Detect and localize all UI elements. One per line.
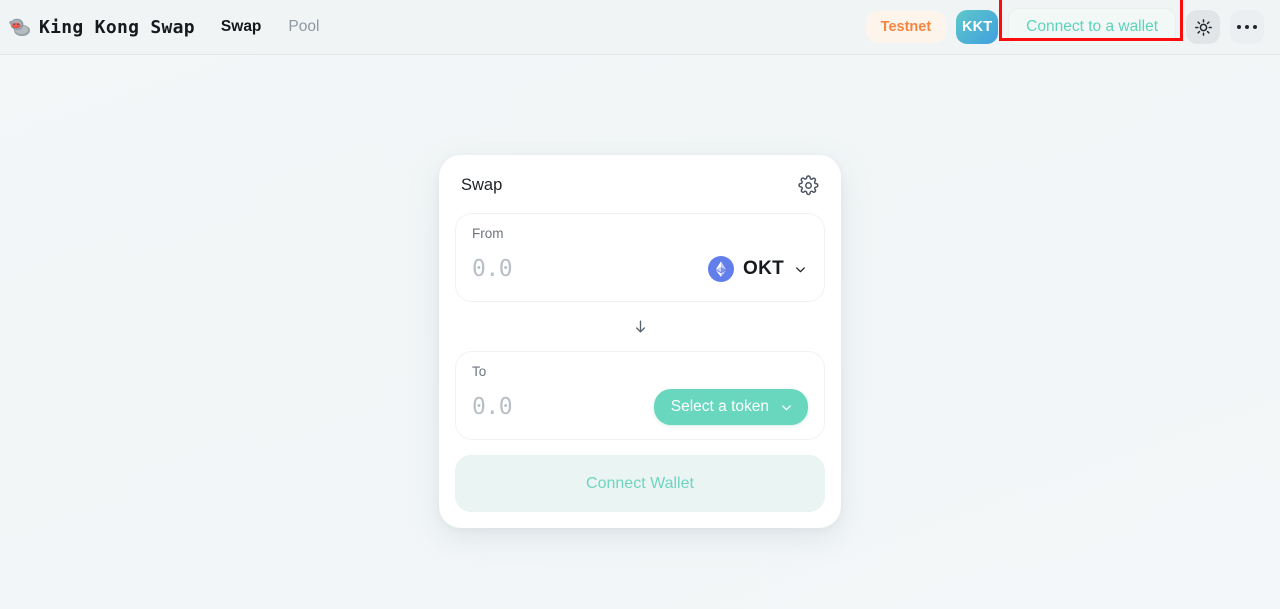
nav-item-swap[interactable]: Swap: [221, 18, 261, 36]
from-label: From: [472, 226, 504, 241]
connect-to-a-wallet-button[interactable]: Connect to a wallet: [1008, 8, 1176, 46]
from-amount-input[interactable]: 0.0: [472, 256, 513, 282]
more-menu-button[interactable]: [1230, 10, 1264, 44]
to-label: To: [472, 364, 487, 379]
gear-icon[interactable]: [798, 175, 819, 196]
to-row: 0.0 Select a token: [472, 388, 808, 426]
okt-token-icon: [707, 256, 734, 282]
header-actions: Testnet KKT Connect to a wallet: [865, 0, 1264, 46]
arrow-down-icon[interactable]: [632, 318, 649, 335]
brand-name: King Kong Swap: [39, 16, 195, 38]
main-content: Swap From 0.0 OKT To 0.0 Select a token …: [0, 55, 1280, 609]
select-a-token-button[interactable]: Select a token: [653, 389, 808, 425]
nav-item-pool[interactable]: Pool: [288, 18, 319, 36]
swap-direction-row: [455, 302, 825, 351]
ellipsis-icon: [1236, 24, 1258, 30]
chevron-down-icon: [796, 266, 805, 272]
from-token-symbol: OKT: [742, 258, 784, 279]
main-nav: Swap Pool: [221, 18, 320, 36]
select-token-label: Select a token: [670, 398, 769, 415]
gorilla-icon: [9, 18, 30, 37]
from-row: 0.0 OKT: [472, 250, 808, 288]
swap-card-header: Swap: [455, 173, 825, 196]
chevron-down-icon: [782, 404, 791, 410]
from-field: From 0.0 OKT: [455, 213, 825, 302]
to-field: To 0.0 Select a token: [455, 351, 825, 440]
kkt-token-badge[interactable]: KKT: [956, 10, 999, 44]
swap-card: Swap From 0.0 OKT To 0.0 Select a token …: [439, 155, 841, 528]
sun-icon: [1194, 18, 1212, 36]
connect-wallet-action-button[interactable]: Connect Wallet: [455, 455, 825, 512]
network-badge[interactable]: Testnet: [865, 11, 947, 43]
to-amount-input[interactable]: 0.0: [472, 394, 513, 420]
connect-wallet-wrapper: Connect to a wallet: [999, 0, 1184, 46]
swap-card-title: Swap: [461, 176, 503, 194]
app-header: King Kong Swap Swap Pool Testnet KKT Con…: [0, 0, 1280, 55]
theme-toggle-button[interactable]: [1186, 10, 1220, 44]
brand-logo-link[interactable]: King Kong Swap: [8, 15, 195, 39]
from-token-selector[interactable]: OKT: [707, 256, 808, 282]
